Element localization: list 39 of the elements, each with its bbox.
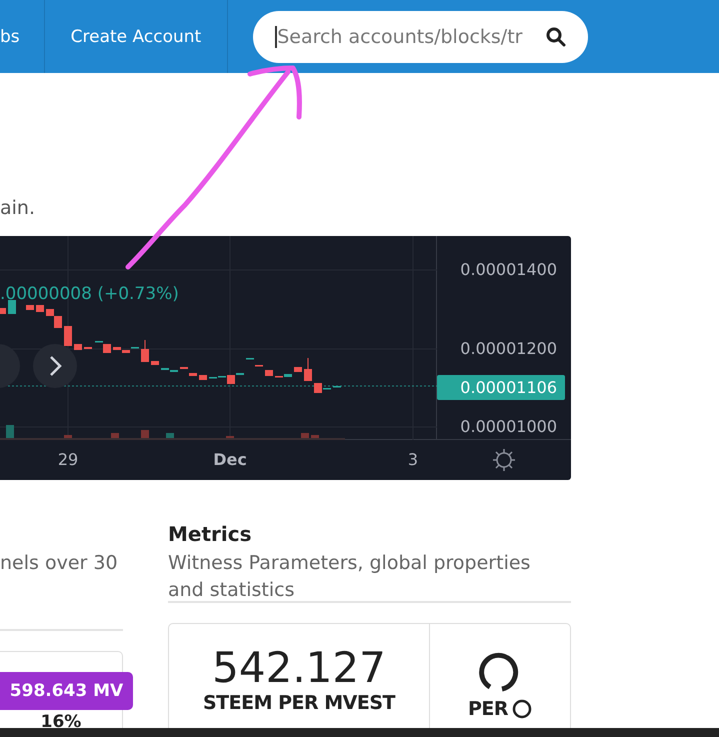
stat-value: 16% <box>40 712 82 732</box>
candle <box>304 369 312 381</box>
candle <box>189 373 197 376</box>
candle <box>294 367 302 372</box>
search-field[interactable]: Search accounts/blocks/tr <box>253 10 588 62</box>
section-description: nels over 30 <box>0 551 119 576</box>
settings-icon[interactable] <box>492 448 516 472</box>
candle <box>26 305 34 310</box>
price-tick: 0.00001200 <box>460 339 557 358</box>
metric-label: PER <box>468 698 508 720</box>
candle <box>74 344 82 350</box>
candle <box>199 375 207 380</box>
candle <box>36 305 44 312</box>
volume-bar <box>6 425 14 439</box>
candle <box>0 308 6 314</box>
candle <box>151 361 159 365</box>
candle <box>265 370 273 376</box>
candle <box>103 344 111 353</box>
date-tick: 3 <box>408 450 418 469</box>
metric-value: 542.127 <box>212 644 386 692</box>
scroll-buttons[interactable] <box>0 344 78 390</box>
intro-text: ain. <box>0 197 36 221</box>
price-tick: 0.00001400 <box>460 260 557 279</box>
nav-link[interactable]: Create Account <box>44 0 228 73</box>
metric-label: STEEM PER MVEST <box>202 692 395 714</box>
current-price: 0.00001106 <box>437 375 565 400</box>
date-tick: 29 <box>58 450 78 469</box>
candle-wick <box>144 340 146 350</box>
vesting-badge: 598.643 MV <box>0 672 133 710</box>
candle <box>64 326 72 346</box>
price-tick: 0.00001000 <box>460 417 557 436</box>
price-change: .00000008 (+0.73%) <box>0 284 179 304</box>
candle <box>141 349 149 362</box>
search-icon[interactable] <box>546 26 566 46</box>
candle <box>8 300 16 314</box>
section-title: Metrics <box>168 522 253 548</box>
section-description: Witness Parameters, global properties and statistics <box>168 551 532 603</box>
nav-link[interactable]: bs <box>0 0 45 73</box>
date-tick: Dec <box>213 450 247 469</box>
